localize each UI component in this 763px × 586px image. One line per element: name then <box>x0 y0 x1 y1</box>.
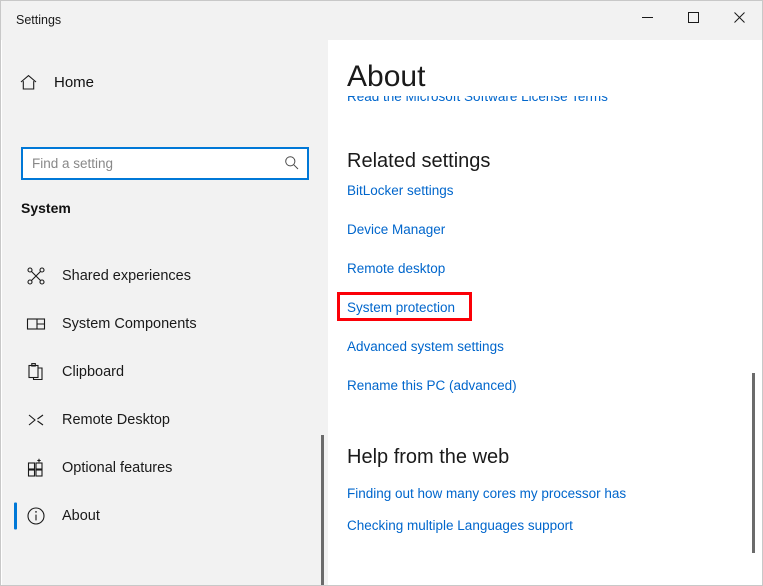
clipboard-icon <box>21 362 51 382</box>
content-pane: Read the Microsoft Software License Term… <box>328 40 762 585</box>
sidebar-item-about[interactable]: About <box>2 492 318 540</box>
link-system-protection[interactable]: System protection <box>347 299 455 317</box>
link-advanced-system-settings[interactable]: Advanced system settings <box>347 338 504 356</box>
page-title: About <box>347 58 747 96</box>
content-scrollbar-thumb[interactable] <box>752 373 755 553</box>
sidebar-item-optional-features[interactable]: Optional features <box>2 444 318 492</box>
sidebar-item-clipboard[interactable]: Clipboard <box>2 348 318 396</box>
maximize-icon <box>687 11 699 23</box>
sidebar-item-label: Clipboard <box>62 364 125 380</box>
sidebar-item-label: Shared experiences <box>62 268 191 284</box>
sidebar-item-label: System Components <box>62 316 197 332</box>
link-rename-this-pc[interactable]: Rename this PC (advanced) <box>347 377 517 395</box>
close-icon <box>733 11 745 23</box>
sidebar-item-home-label: Home <box>54 73 95 91</box>
selection-indicator <box>14 407 17 434</box>
selection-indicator <box>14 455 17 482</box>
link-bitlocker-settings[interactable]: BitLocker settings <box>347 182 454 200</box>
maximize-button[interactable] <box>670 1 716 33</box>
search-input[interactable] <box>32 149 275 178</box>
link-processor-cores[interactable]: Finding out how many cores my processor … <box>347 485 626 503</box>
sidebar-item-shared-experiences[interactable]: Shared experiences <box>2 252 318 300</box>
window-controls <box>624 1 762 33</box>
shared-experiences-icon <box>21 266 51 286</box>
sidebar-item-label: Optional features <box>62 460 173 476</box>
search-box[interactable] <box>21 147 309 180</box>
selection-indicator <box>14 311 17 338</box>
title-bar: Settings <box>1 1 762 40</box>
window-title: Settings <box>16 13 62 27</box>
sidebar: Home System <box>2 40 328 585</box>
selection-indicator <box>14 263 17 290</box>
settings-window: Settings Home Find a setting System Shar… <box>0 0 763 586</box>
link-device-manager[interactable]: Device Manager <box>347 221 445 239</box>
selection-indicator <box>14 502 17 530</box>
sidebar-item-home[interactable]: Home <box>13 65 303 99</box>
sidebar-item-label: Remote Desktop <box>62 412 170 428</box>
optional-features-icon <box>21 458 51 478</box>
content-scroll-area: Read the Microsoft Software License Term… <box>328 40 762 585</box>
sidebar-nav-list: Shared experiences System Components Cli… <box>2 252 318 540</box>
home-icon <box>13 73 43 92</box>
system-components-icon <box>21 314 51 334</box>
close-button[interactable] <box>716 1 762 33</box>
selection-indicator <box>14 359 17 386</box>
remote-desktop-icon <box>21 410 51 430</box>
sidebar-group-title: System <box>21 200 71 216</box>
sidebar-scrollbar-thumb[interactable] <box>321 435 324 585</box>
sidebar-item-remote-desktop[interactable]: Remote Desktop <box>2 396 318 444</box>
related-settings-heading: Related settings <box>347 150 491 172</box>
minimize-icon <box>641 12 653 23</box>
sidebar-item-system-components[interactable]: System Components <box>2 300 318 348</box>
info-circle-icon <box>21 506 51 526</box>
link-languages-support[interactable]: Checking multiple Languages support <box>347 517 573 535</box>
link-remote-desktop[interactable]: Remote desktop <box>347 260 445 278</box>
search-icon <box>284 155 299 173</box>
minimize-button[interactable] <box>624 1 670 33</box>
search-submit-button[interactable] <box>275 149 307 178</box>
sidebar-item-label: About <box>62 508 100 524</box>
help-from-web-heading: Help from the web <box>347 446 510 468</box>
